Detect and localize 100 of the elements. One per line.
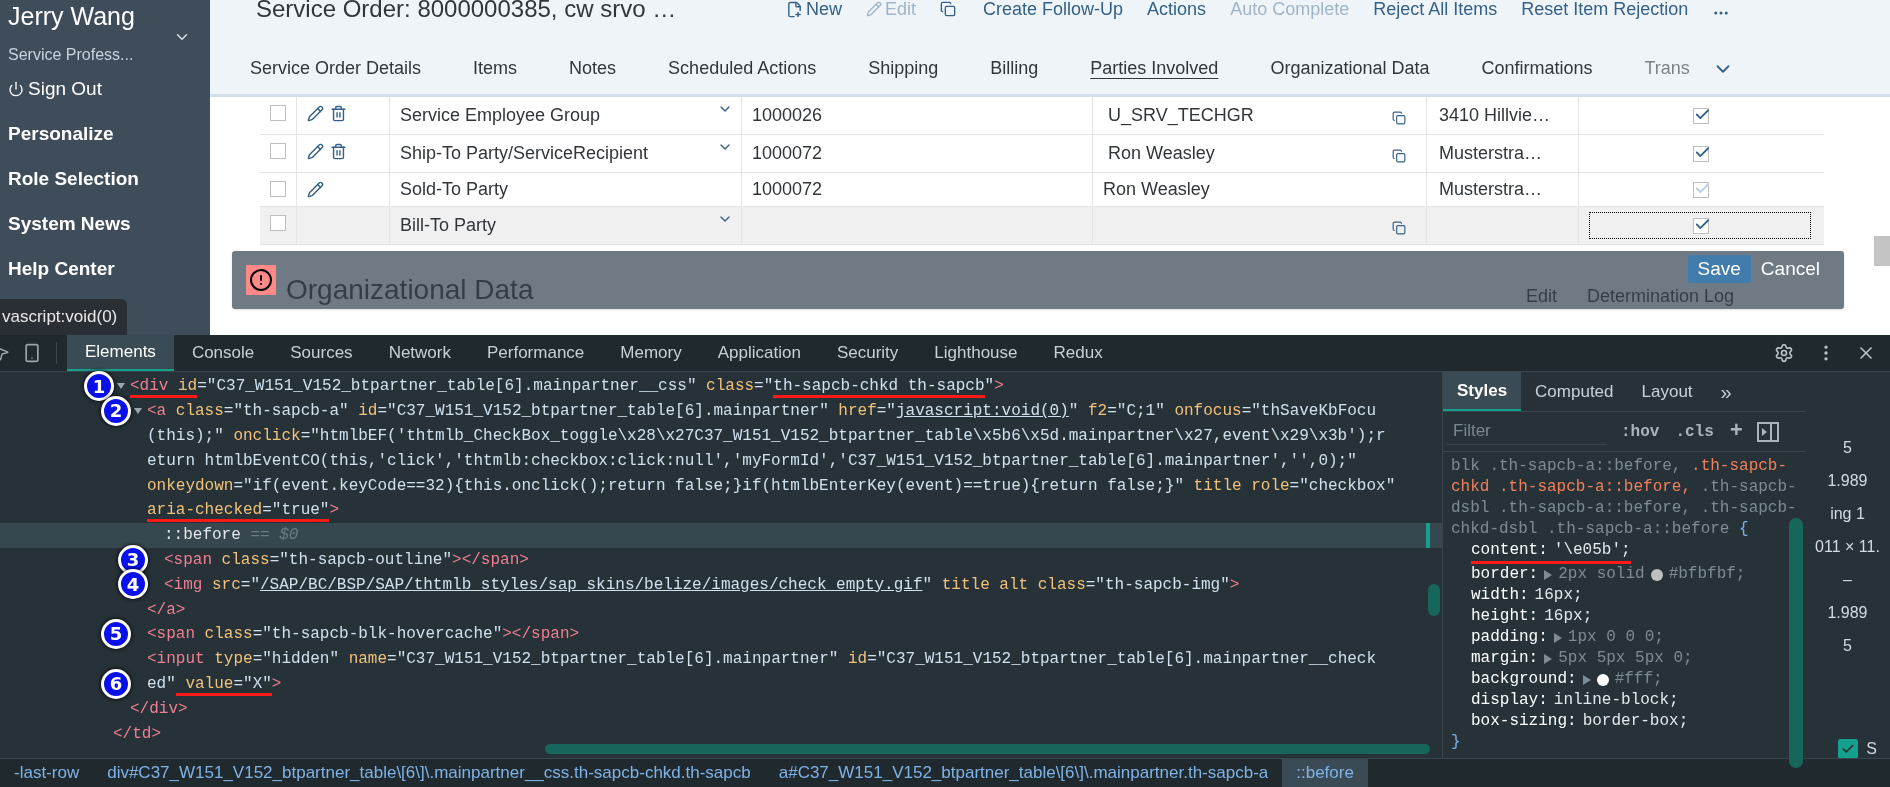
scrollbar-thumb[interactable] [1874, 236, 1890, 266]
css-declaration[interactable]: box-sizing: border-box; [1471, 711, 1689, 732]
trash-icon[interactable] [330, 105, 347, 122]
toolbar-button[interactable]: Reject All Items [1373, 0, 1498, 23]
vertical-scrollbar[interactable] [1428, 584, 1440, 616]
devtools-tab[interactable]: Application [699, 335, 819, 371]
tab[interactable]: Confirmations [1481, 55, 1593, 82]
code-line: <div id="C37_W151_V152_btpartner_table[6].mainpartner__css" class="th-sapcb-chkd th-sapcb"> [130, 374, 1004, 399]
code-line: onkeydown="if(event.keyCode==32){this.onclick();return false;}if(htmlbEnterKey(event)==true){return false;}" title role="checkbox" [147, 475, 1396, 497]
devtools-tab[interactable]: Lighthouse [916, 335, 1036, 371]
devtools-tab[interactable]: Elements [67, 335, 174, 371]
sidebar-toggle-icon[interactable] [1757, 420, 1779, 443]
sign-out-link[interactable]: Sign Out [8, 75, 210, 104]
checkbox[interactable] [270, 105, 286, 121]
css-declaration[interactable]: display: inline-block; [1471, 690, 1679, 711]
edit-icon[interactable] [307, 181, 324, 198]
table-row[interactable]: Bill-To Party [260, 207, 1824, 245]
horizontal-scrollbar[interactable] [545, 744, 1430, 754]
settings-icon[interactable] [1774, 343, 1794, 363]
sidebar-link[interactable]: Help Center [8, 252, 210, 284]
table-row[interactable]: Sold-To Party 1000072 Ron Weasley Musterstra… [260, 173, 1824, 207]
sidebar-link[interactable]: Role Selection [8, 162, 210, 194]
table-row[interactable]: Ship-To Party/ServiceRecipient 1000072 Ron Weasley Musterstra… [260, 135, 1824, 173]
vertical-scrollbar[interactable] [1789, 518, 1803, 768]
code-line: <img src="/SAP/BC/BSP/SAP/thtmlb_styles/sap_skins/belize/images/check_empty.gif" title alt class="th-sapcb-img"> [164, 574, 1240, 596]
toolbar-button[interactable]: New [786, 0, 842, 23]
box-model-value: – [1843, 570, 1852, 590]
breadcrumb[interactable]: div#C37_W151_V152_btpartner_table\[6\]\.mainpartner__css.th-sapcb-chkd.th-sapcb [93, 759, 765, 787]
css-declaration[interactable]: background: #fff; [1471, 669, 1663, 690]
checkbox[interactable] [270, 215, 286, 231]
copy-icon [940, 1, 957, 17]
breadcrumb[interactable]: ::before [1282, 759, 1368, 787]
devtools-tab[interactable]: Performance [469, 335, 603, 371]
expand-triangle-icon[interactable] [1582, 674, 1591, 685]
sidebar-link[interactable]: System News [8, 207, 210, 239]
css-declaration[interactable]: border: 2px solid #bfbfbf; [1471, 564, 1746, 585]
devtools-tab[interactable]: Network [370, 335, 469, 371]
styles-tab[interactable]: Layout [1627, 372, 1707, 411]
code-line: (this);" onclick="htmlbEF('thtmlb_CheckBox_toggle\x28\x27C37_W151_V152_btpartner_table\x5b6\x5d.mainpartner\x27,event\x29\x3b');r [147, 426, 1386, 447]
edit-icon[interactable] [307, 143, 324, 160]
tab[interactable]: Notes [569, 55, 617, 82]
cancel-button[interactable]: Cancel [1750, 255, 1830, 283]
tab[interactable]: Organizational Data [1270, 55, 1430, 82]
color-swatch[interactable] [1596, 673, 1609, 686]
css-declaration[interactable]: content: '\e05b'; [1471, 540, 1631, 564]
color-swatch[interactable] [1650, 568, 1663, 581]
css-declaration[interactable]: width: 16px; [1471, 585, 1583, 606]
partner-name: U_SRV_TECHGR [1108, 104, 1254, 128]
partner-id: 1000072 [752, 178, 823, 201]
css-declaration[interactable]: margin: 5px 5px 5px 0; [1471, 648, 1693, 669]
breadcrumb[interactable]: a#C37_W151_V152_btpartner_table\[6\]\.mainpartner.th-sapcb-a [764, 759, 1283, 787]
devtools-tab[interactable]: Console [173, 335, 273, 371]
filter-field[interactable]: Filter [1447, 418, 1607, 445]
hov-button[interactable]: :hov [1621, 419, 1660, 444]
expand-triangle-icon[interactable] [1544, 569, 1553, 580]
devtools-tab[interactable]: Sources [272, 335, 371, 371]
user-role: Service Profess... [8, 45, 135, 65]
expand-triangle-icon[interactable] [1544, 653, 1553, 664]
edit-icon[interactable] [307, 105, 324, 122]
toolbar-button[interactable]: Actions [1147, 0, 1207, 23]
table-row[interactable]: Service Employee Group 1000026 U_SRV_TECHGR 3410 Hillvie… [260, 97, 1824, 135]
checkbox[interactable] [270, 143, 286, 159]
status-tooltip: vascript:void(0) [0, 299, 128, 335]
tab[interactable]: Billing [990, 55, 1039, 82]
css-declaration[interactable]: height: 16px; [1471, 606, 1593, 627]
partner-name: Ron Weasley [1108, 142, 1215, 165]
checkbox[interactable] [1838, 739, 1859, 758]
tab[interactable]: Shipping [868, 55, 939, 82]
css-selector: blk .th-sapcb-a::before, .th-sapcb-chkd .th-sapcb-a::before, .th-sapcb-dsbl .th-sapcb-a::before, .th-sapcb-chkd-dsbl .th-sapcb-a::before { [1451, 456, 1797, 540]
box-model-value: 1.989 [1827, 603, 1868, 623]
toolbar-button[interactable]: Reset Item Rejection [1521, 0, 1689, 23]
device-icon[interactable] [22, 343, 42, 363]
tab[interactable]: Service Order Details [250, 55, 422, 82]
tab[interactable]: Parties Involved [1090, 55, 1219, 82]
toolbar-button[interactable]: Create Follow-Up [940, 0, 1124, 23]
number-badge: 2 [101, 395, 131, 426]
tab[interactable]: Scheduled Actions [668, 55, 817, 82]
devtools-tab[interactable]: Security [818, 335, 917, 371]
code-line: </a> [147, 599, 186, 621]
styles-tab[interactable]: Styles [1443, 372, 1522, 411]
partner-address: Musterstra… [1439, 142, 1543, 165]
cls-button[interactable]: .cls [1675, 419, 1714, 444]
expand-triangle-icon[interactable] [1553, 632, 1562, 643]
devtools-tab[interactable]: Memory [602, 335, 700, 371]
tab[interactable]: Trans [1644, 55, 1690, 82]
box-model-value: 5 [1843, 636, 1852, 656]
checkbox[interactable] [270, 181, 286, 197]
partner-id: 1000072 [752, 142, 823, 165]
sidebar-link[interactable]: Personalize [8, 117, 210, 149]
save-button[interactable]: Save [1687, 255, 1751, 283]
css-declaration[interactable]: padding: 1px 0 0 0; [1471, 627, 1664, 648]
styles-tab[interactable]: Computed [1521, 372, 1628, 411]
trash-icon[interactable] [330, 143, 347, 160]
more-tabs-button[interactable]: » [1706, 376, 1746, 407]
tab[interactable]: Items [473, 55, 518, 82]
breadcrumb[interactable]: -last-row [0, 759, 94, 787]
code-line: <a class="th-sapcb-a" id="C37_W151_V152_btpartner_table[6].mainpartner" href="javascript:void(0)" f2="C;1" onfocus="thSaveKbFocu [147, 401, 1377, 423]
error-icon[interactable] [246, 265, 276, 295]
devtools-tab[interactable]: Redux [1035, 335, 1121, 371]
add-rule-button[interactable]: + [1729, 415, 1743, 448]
